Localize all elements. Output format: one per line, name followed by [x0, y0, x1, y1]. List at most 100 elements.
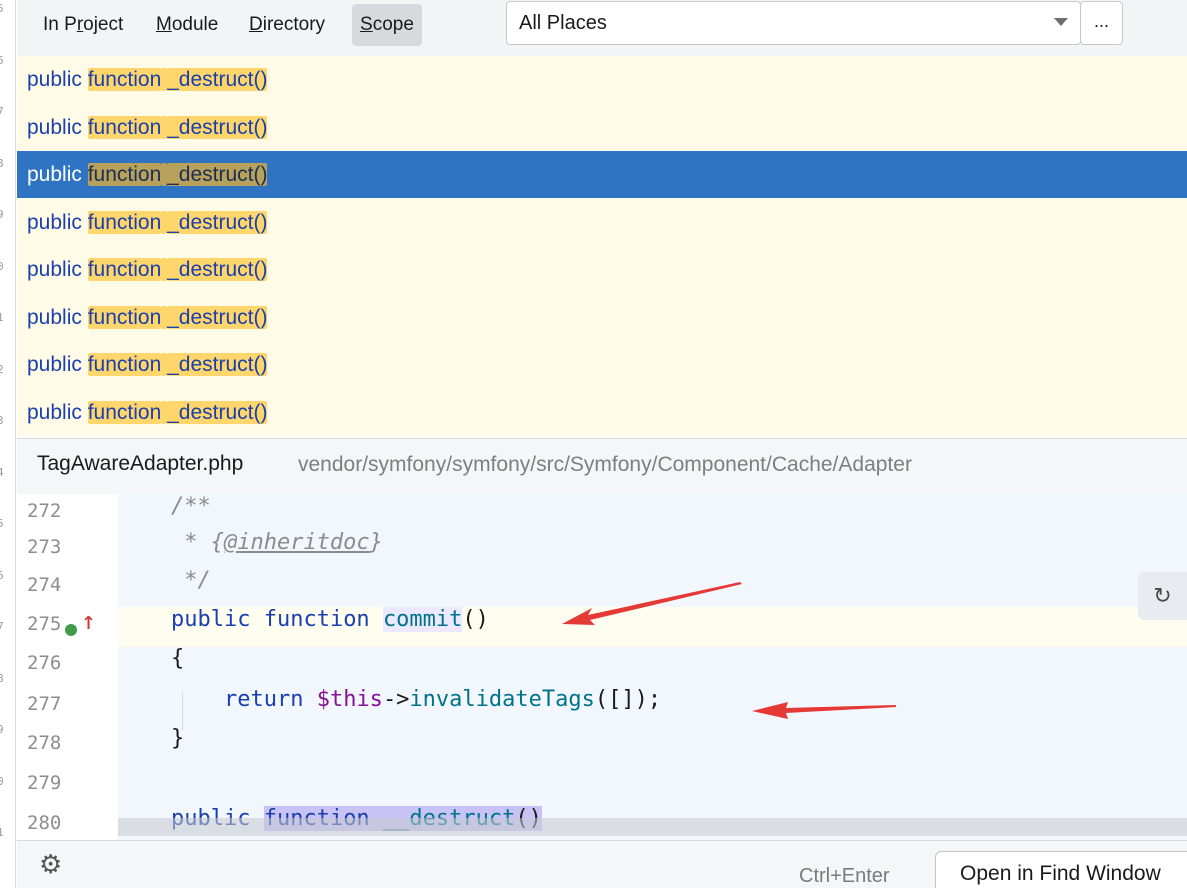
shortcut-hint: Ctrl+Enter: [799, 865, 890, 887]
result-match: function: [87, 305, 162, 329]
background-line-mark: 7: [0, 105, 4, 118]
tab-label: M: [156, 14, 172, 35]
results-list[interactable]: public function _destruct() public functi…: [17, 56, 1187, 436]
result-prefix: public: [27, 115, 88, 139]
code-token: */: [170, 568, 211, 593]
background-line-mark: 9: [0, 208, 4, 221]
background-line-mark: 3: [0, 414, 4, 427]
doc-tag: @inheritdoc: [223, 530, 370, 555]
result-row[interactable]: public function _destruct(): [17, 341, 1187, 388]
result-match: _destruct(): [167, 305, 268, 329]
result-row[interactable]: public function _destruct(): [17, 294, 1187, 341]
background-line-mark: 0: [0, 259, 4, 273]
tab-label: In P: [43, 14, 77, 35]
open-in-find-window-button[interactable]: Open in Find Window: [935, 851, 1187, 888]
scope-more-button[interactable]: ...: [1080, 1, 1123, 45]
line-number: 272: [27, 500, 62, 522]
background-line-mark: 1: [0, 826, 4, 839]
result-row-selected[interactable]: public function _destruct(): [17, 151, 1187, 198]
tab-label: odule: [171, 14, 219, 35]
code-token: $this: [316, 687, 383, 712]
line-number: 273: [27, 536, 62, 558]
result-match: _destruct(): [167, 210, 268, 234]
tab-label: cope: [372, 14, 414, 35]
result-match: _destruct(): [167, 68, 268, 91]
tab-label: S: [360, 14, 373, 35]
tab-in-project[interactable]: In Project: [35, 4, 131, 46]
result-prefix: public: [27, 210, 88, 234]
code-line: /**: [118, 494, 1187, 534]
background-line-mark: 6: [0, 53, 4, 67]
result-prefix: public: [27, 258, 88, 281]
horizontal-scrollbar[interactable]: [118, 818, 1187, 836]
code-token: ([]);: [594, 687, 662, 712]
code-line: {: [118, 646, 1187, 686]
code-preview[interactable]: 272 273 274 275 276 277 278 279 280 /** * {@inhe…: [17, 494, 1187, 840]
result-row[interactable]: public function _destruct(): [17, 104, 1187, 151]
preview-footer: ⚙ Ctrl+Enter Open in Find Window: [17, 840, 1187, 888]
tab-label: D: [249, 14, 263, 35]
code-line: }: [118, 726, 1187, 766]
tab-label: irectory: [262, 14, 326, 35]
background-line-mark: 4: [0, 465, 4, 479]
result-row[interactable]: public function _destruct(): [17, 389, 1187, 436]
result-match: function: [87, 353, 162, 376]
background-line-mark: 0: [0, 774, 4, 788]
code-token: ->: [382, 687, 410, 712]
background-line-mark: 6: [0, 568, 4, 582]
scope-dropdown-value: All Places: [519, 12, 607, 34]
result-prefix: public: [27, 163, 88, 186]
background-editor-gutter: 5 6 7 8 9 0 1 2 3 4 5 6 7 8 9 0 1: [0, 0, 16, 888]
line-number: 275: [27, 613, 62, 635]
implements-marker-icon[interactable]: [65, 624, 77, 636]
background-line-mark: 8: [0, 156, 4, 170]
result-match: function: [87, 163, 162, 186]
result-match: _destruct(): [167, 400, 268, 424]
code-token: }: [369, 530, 383, 555]
tab-directory[interactable]: Directory: [241, 4, 333, 46]
code-line-current: public function commit(): [118, 607, 1187, 647]
chevron-down-icon: [1054, 18, 1068, 26]
tab-label: oject: [83, 14, 124, 35]
result-row[interactable]: public function _destruct(): [17, 199, 1187, 246]
scope-toolbar: In Project Module Directory Scope All Pl…: [17, 0, 1187, 56]
preview-file-path: vendor/symfony/symfony/src/Symfony/Compo…: [298, 453, 912, 476]
soft-wrap-icon[interactable]: ↻: [1138, 572, 1187, 620]
result-row[interactable]: public function _destruct(): [17, 246, 1187, 293]
result-match: function: [87, 210, 162, 234]
line-number: 274: [27, 574, 62, 596]
result-match: _destruct(): [167, 115, 268, 139]
background-line-mark: 5: [0, 517, 4, 530]
background-line-mark: 7: [0, 620, 4, 633]
background-line-mark: 8: [0, 671, 4, 685]
indent-guide: [182, 692, 183, 730]
tab-module[interactable]: Module: [148, 4, 226, 46]
code-token: * {: [170, 530, 224, 555]
tab-scope[interactable]: Scope: [352, 4, 422, 46]
override-arrow-icon[interactable]: ↑: [81, 612, 96, 636]
line-number: 278: [27, 732, 62, 754]
line-number: 277: [27, 693, 62, 715]
background-line-mark: 9: [0, 723, 4, 736]
result-match: function: [87, 115, 162, 139]
gear-icon[interactable]: ⚙: [39, 851, 62, 877]
line-number: 280: [27, 812, 62, 834]
code-token: commit: [382, 607, 463, 632]
code-token: (): [462, 607, 489, 632]
result-prefix: public: [27, 305, 88, 329]
scope-dropdown[interactable]: All Places: [506, 1, 1081, 45]
result-match: _destruct(): [167, 353, 268, 376]
background-line-mark: 5: [0, 2, 4, 15]
result-prefix: public: [27, 400, 88, 424]
result-match: _destruct(): [167, 163, 268, 186]
background-line-mark: 2: [0, 362, 4, 376]
line-number-gutter: 272 273 274 275 276 277 278 279 280: [17, 494, 118, 840]
code-token: invalidateTags: [409, 687, 595, 712]
result-match: function: [87, 258, 162, 281]
background-line-mark: 1: [0, 311, 4, 324]
result-match: function: [87, 400, 162, 424]
result-row[interactable]: public function _destruct(): [17, 56, 1187, 103]
code-token: return: [223, 687, 304, 712]
line-number: 276: [27, 652, 62, 674]
code-token: function: [263, 607, 370, 632]
